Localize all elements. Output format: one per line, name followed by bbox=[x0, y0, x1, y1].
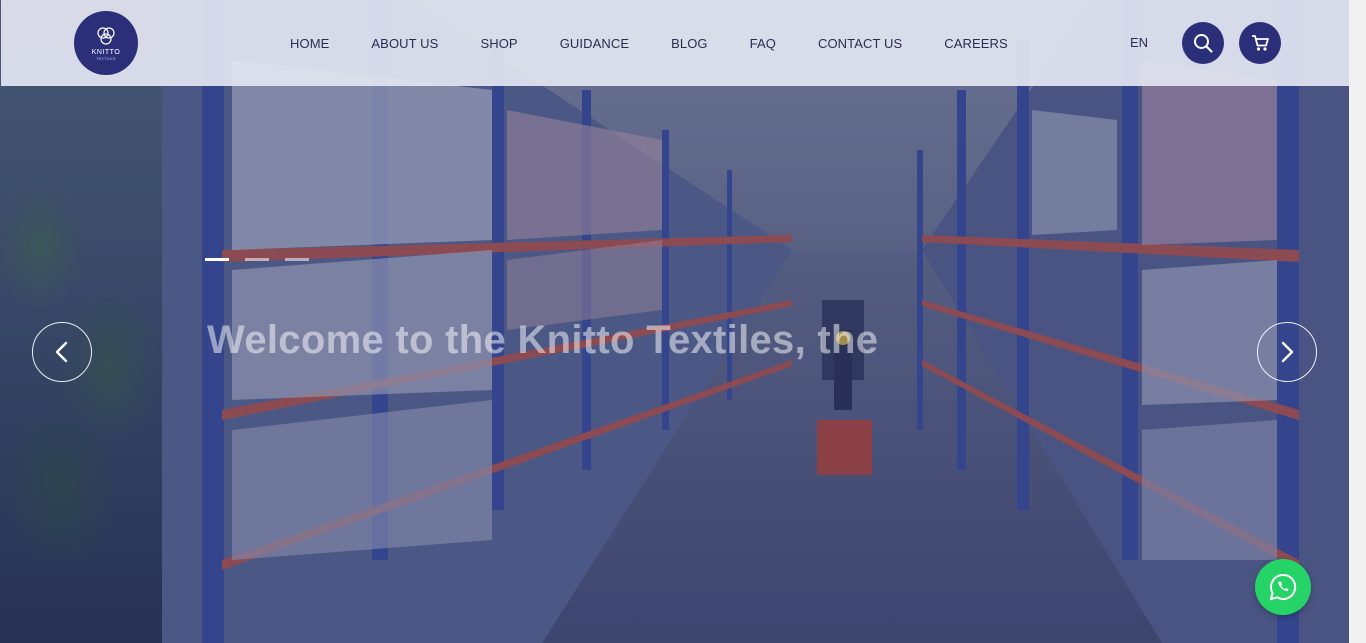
search-button[interactable] bbox=[1182, 22, 1224, 64]
nav-home[interactable]: HOME bbox=[269, 36, 350, 51]
cart-button[interactable] bbox=[1239, 22, 1281, 64]
nav-careers[interactable]: CAREERS bbox=[923, 36, 1029, 51]
hero-headline: Welcome to the Knitto Textiles, the bbox=[207, 318, 879, 362]
search-icon bbox=[1194, 34, 1213, 53]
nav-blog[interactable]: BLOG bbox=[650, 36, 729, 51]
knitto-logo[interactable]: KNITTO TEXTILES bbox=[74, 11, 138, 75]
whatsapp-button[interactable] bbox=[1255, 559, 1311, 615]
slider-next-button[interactable] bbox=[1257, 322, 1317, 382]
whatsapp-icon bbox=[1269, 573, 1297, 601]
cart-icon bbox=[1252, 35, 1269, 51]
logo-subtext: TEXTILES bbox=[96, 57, 116, 61]
nav-contact-us[interactable]: CONTACT US bbox=[797, 36, 923, 51]
nav-guidance[interactable]: GUIDANCE bbox=[539, 36, 650, 51]
chevron-left-icon bbox=[55, 341, 68, 363]
slider-dot-2[interactable] bbox=[245, 258, 269, 261]
page-scrollbar[interactable] bbox=[1349, 0, 1366, 643]
language-selector[interactable]: EN bbox=[1130, 35, 1148, 50]
logo-text: KNITTO bbox=[91, 49, 121, 56]
slider-pagination bbox=[205, 258, 309, 261]
slider-dot-3[interactable] bbox=[285, 258, 309, 261]
nav-faq[interactable]: FAQ bbox=[729, 36, 797, 51]
chevron-right-icon bbox=[1281, 341, 1294, 363]
hero-subline bbox=[296, 392, 756, 430]
site-header: KNITTO TEXTILES HOME ABOUT US SHOP GUIDA… bbox=[0, 0, 1349, 86]
main-nav: HOME ABOUT US SHOP GUIDANCE BLOG FAQ CON… bbox=[269, 0, 1029, 86]
knot-icon bbox=[97, 27, 115, 45]
slider-dot-1[interactable] bbox=[205, 258, 229, 261]
slider-prev-button[interactable] bbox=[32, 322, 92, 382]
nav-shop[interactable]: SHOP bbox=[459, 36, 538, 51]
nav-about-us[interactable]: ABOUT US bbox=[350, 36, 459, 51]
